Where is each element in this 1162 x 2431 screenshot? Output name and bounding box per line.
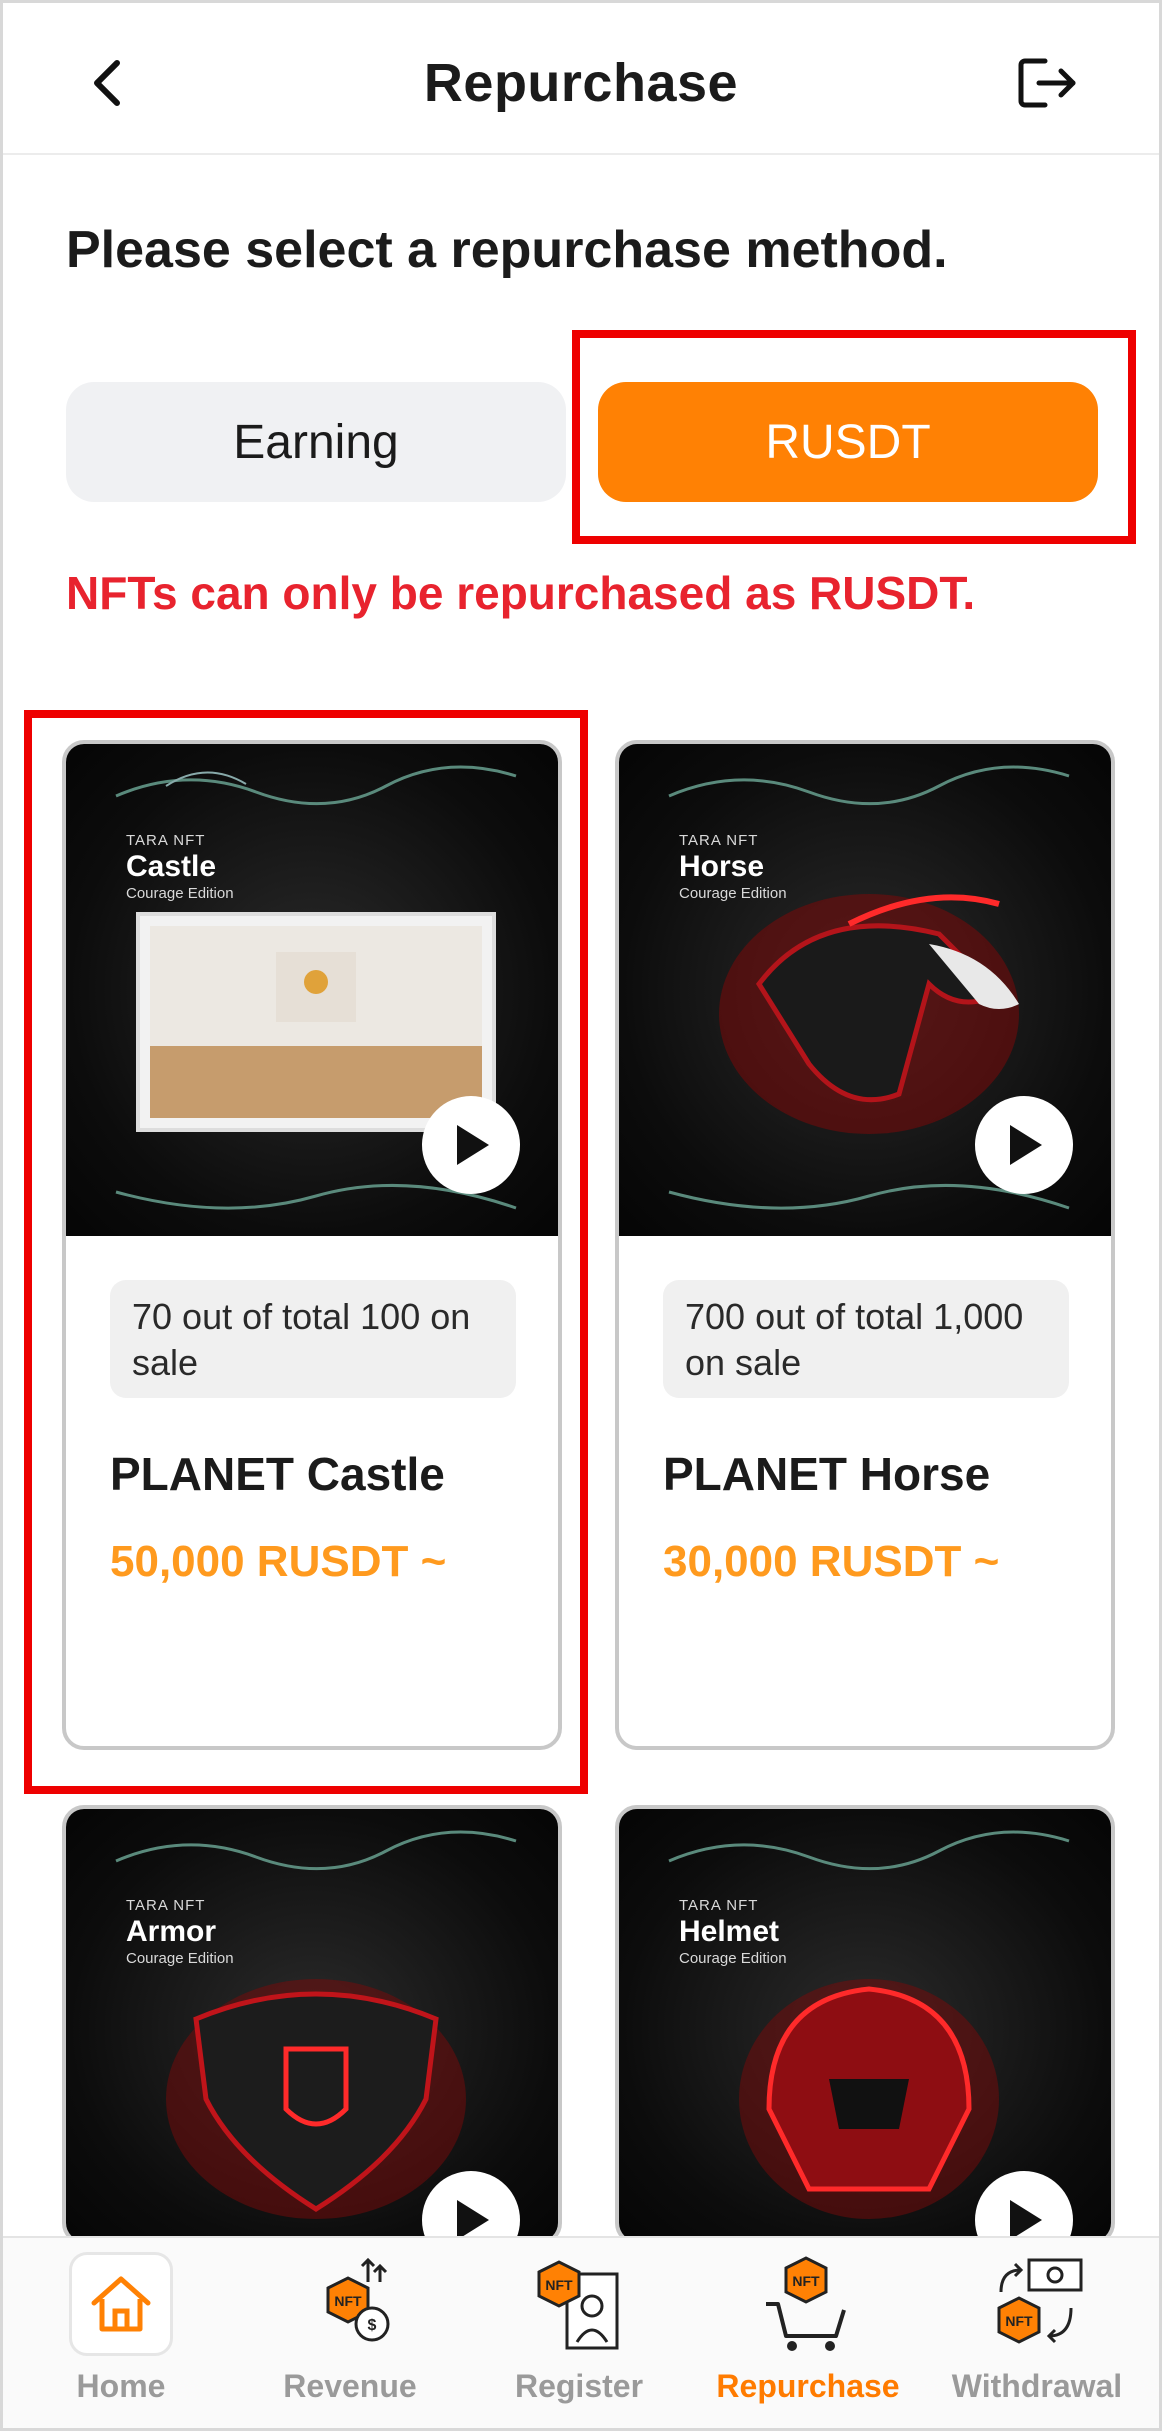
ornament-decoration	[668, 765, 1070, 806]
brand-label: TARA NFT	[679, 1897, 759, 1914]
nav-register[interactable]: NFT Register	[469, 2252, 689, 2428]
home-icon	[91, 2276, 151, 2332]
art-title: Armor	[126, 1915, 217, 1948]
ornament-decoration	[668, 1830, 1070, 1871]
nav-label: Repurchase	[716, 2368, 900, 2404]
logout-button[interactable]	[1011, 47, 1083, 119]
nav-repurchase[interactable]: NFT Repurchase	[698, 2252, 918, 2428]
nft-artwork-armor: TARA NFT Armor Courage Edition	[66, 1809, 558, 2241]
nft-artwork-horse: TARA NFT Horse Courage Edition	[619, 744, 1111, 1236]
highlight-box-rusdt	[572, 330, 1136, 544]
method-prompt: Please select a repurchase method.	[66, 221, 948, 279]
nav-withdrawal[interactable]: NFT Withdrawal	[927, 2252, 1147, 2428]
svg-text:NFT: NFT	[545, 2277, 573, 2293]
logout-icon	[1018, 58, 1076, 108]
nft-card-armor[interactable]: TARA NFT Armor Courage Edition	[62, 1805, 562, 2245]
nft-register-icon: NFT	[537, 2260, 619, 2350]
bottom-navigation: Home NFT $ Revenue NFT Register NFT Repu…	[3, 2236, 1159, 2428]
brand-label: TARA NFT	[126, 1897, 206, 1914]
armor-image	[166, 1979, 466, 2219]
svg-text:NFT: NFT	[334, 2293, 362, 2309]
helmet-image	[739, 1979, 999, 2219]
art-title: Helmet	[679, 1915, 780, 1948]
svg-text:$: $	[368, 2317, 377, 2334]
nft-withdrawal-icon: NFT	[997, 2258, 1083, 2344]
top-bar: Repurchase	[3, 3, 1159, 155]
method-earning-button[interactable]: Earning	[66, 382, 566, 502]
nav-label: Home	[76, 2368, 166, 2404]
stock-info: 700 out of total 1,000 on sale	[663, 1280, 1069, 1398]
nav-label: Revenue	[283, 2368, 417, 2404]
ornament-decoration	[115, 1830, 517, 1871]
nft-price: 30,000 RUSDT ~	[663, 1537, 1000, 1586]
repurchase-notice: NFTs can only be repurchased as RUSDT.	[66, 567, 976, 619]
nft-card-horse[interactable]: TARA NFT Horse Courage Edition 700 out o…	[615, 740, 1115, 1750]
play-icon	[1010, 1125, 1042, 1165]
play-button[interactable]	[975, 1096, 1073, 1194]
nav-label: Register	[514, 2368, 644, 2404]
nav-revenue[interactable]: NFT $ Revenue	[240, 2252, 460, 2428]
brand-label: TARA NFT	[679, 832, 759, 849]
nft-card-helmet[interactable]: TARA NFT Helmet Courage Edition	[615, 1805, 1115, 2245]
highlight-box-castle	[24, 710, 588, 1794]
nft-revenue-icon: NFT $	[326, 2257, 390, 2342]
nft-name: PLANET Horse	[663, 1448, 991, 1500]
svg-text:NFT: NFT	[1005, 2313, 1033, 2329]
nav-home[interactable]: Home	[11, 2252, 231, 2428]
nft-cart-icon: NFT	[766, 2256, 846, 2351]
page-title: Repurchase	[423, 53, 739, 113]
svg-text:NFT: NFT	[792, 2273, 820, 2289]
nav-label: Withdrawal	[951, 2368, 1123, 2404]
nft-artwork-helmet: TARA NFT Helmet Courage Edition	[619, 1809, 1111, 2241]
